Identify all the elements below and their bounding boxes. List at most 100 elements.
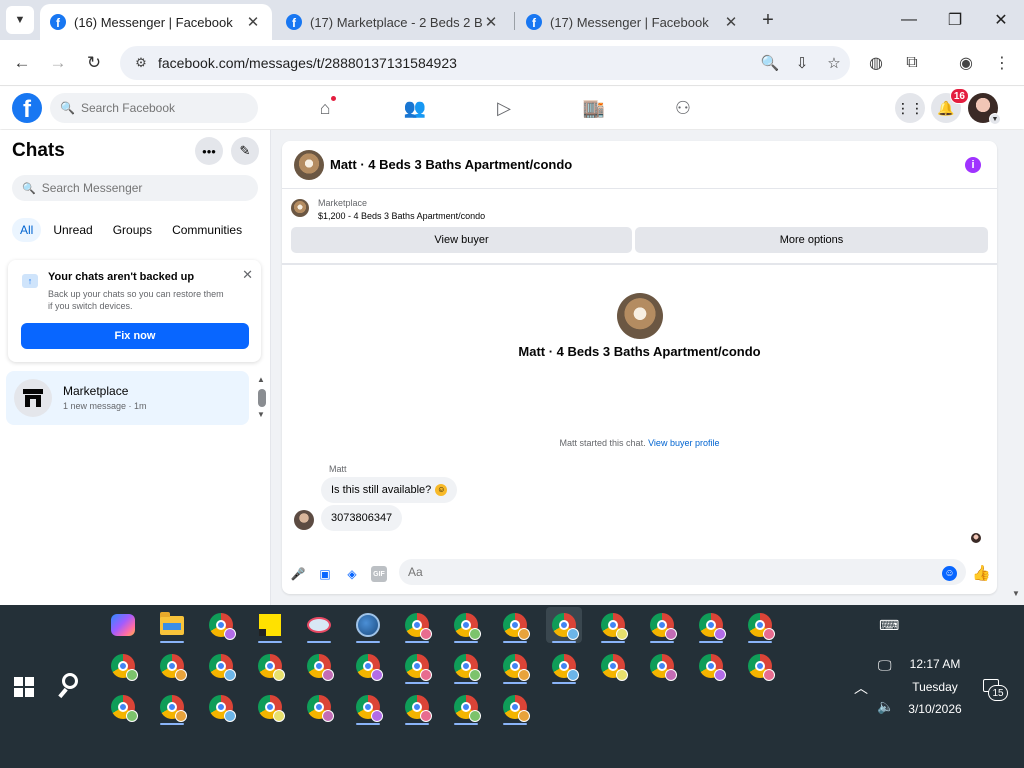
minimize-window-icon[interactable]: —: [886, 0, 932, 40]
taskbar-chrome-profile[interactable]: [595, 607, 631, 643]
taskbar-chrome-profile[interactable]: [203, 607, 239, 643]
listing-price-title[interactable]: $1,200 - 4 Beds 3 Baths Apartment/condo: [318, 211, 485, 221]
volume-icon[interactable]: 🔈: [877, 698, 894, 715]
taskbar-chrome-profile[interactable]: [448, 648, 484, 684]
zoom-icon[interactable]: 🔍: [754, 54, 786, 72]
taskbar-chrome-profile[interactable]: [693, 607, 729, 643]
search-icon[interactable]: [58, 671, 86, 699]
message-bubble[interactable]: 3073806347: [321, 505, 403, 531]
gif-icon[interactable]: GIF: [371, 566, 387, 582]
install-app-icon[interactable]: ⇩: [786, 54, 818, 72]
translate-globe-icon[interactable]: ◍: [862, 49, 890, 77]
listing-avatar[interactable]: [294, 150, 324, 180]
tab-close-icon[interactable]: ✕: [722, 13, 740, 31]
taskbar-chrome-profile[interactable]: [154, 648, 190, 684]
taskbar-file-explorer[interactable]: [154, 607, 190, 643]
taskbar-chrome-profile[interactable]: [203, 689, 239, 725]
microphone-icon[interactable]: 🎤: [290, 566, 306, 582]
groups-icon[interactable]: ⚇: [663, 93, 703, 123]
message-bubble[interactable]: Is this still available? ☺: [321, 477, 458, 503]
emoji-icon[interactable]: ☺: [942, 566, 957, 581]
site-info-icon[interactable]: ⚙: [126, 55, 156, 71]
taskbar-chrome-profile[interactable]: [399, 607, 435, 643]
taskbar-chrome-profile[interactable]: [497, 689, 533, 725]
taskbar-chrome-profile[interactable]: [252, 648, 288, 684]
tab-messenger-active[interactable]: f (16) Messenger | Facebook ✕: [40, 4, 272, 40]
taskbar-chrome-profile[interactable]: [742, 648, 778, 684]
tab-close-icon[interactable]: ✕: [244, 13, 262, 31]
restore-window-icon[interactable]: ❐: [932, 0, 978, 40]
scroll-down-arrow-icon[interactable]: ▼: [257, 410, 265, 419]
taskbar-chrome-profile[interactable]: [399, 648, 435, 684]
browser-menu-icon[interactable]: ⋮: [988, 49, 1016, 77]
facebook-search-input[interactable]: [80, 101, 241, 115]
taskbar-chrome-profile[interactable]: [448, 607, 484, 643]
tab-close-icon[interactable]: ✕: [482, 13, 500, 31]
taskbar-chrome-profile[interactable]: [301, 648, 337, 684]
taskbar-chrome-profile[interactable]: [154, 689, 190, 725]
new-message-icon[interactable]: ✎: [231, 137, 259, 165]
taskbar-chrome-profile[interactable]: [546, 648, 582, 684]
back-arrow-icon[interactable]: ←: [8, 49, 36, 77]
view-buyer-profile-link[interactable]: View buyer profile: [648, 438, 719, 448]
taskbar-chrome-profile[interactable]: [497, 607, 533, 643]
address-bar[interactable]: ⚙ facebook.com/messages/t/28880137131584…: [120, 46, 850, 80]
taskbar-globe-app[interactable]: [350, 607, 386, 643]
reload-icon[interactable]: ↻: [80, 49, 108, 77]
video-icon[interactable]: ▷: [484, 93, 524, 123]
forward-arrow-icon[interactable]: →: [44, 49, 72, 77]
taskbar-chrome-profile[interactable]: [350, 648, 386, 684]
profile-avatar[interactable]: [617, 293, 663, 339]
more-options-icon[interactable]: •••: [195, 137, 223, 165]
home-icon[interactable]: ⌂: [305, 93, 345, 123]
taskbar-chrome-profile[interactable]: [399, 689, 435, 725]
taskbar-chrome-profile[interactable]: [742, 607, 778, 643]
show-hidden-icons-chevron-icon[interactable]: ︿: [854, 678, 868, 698]
clock-time[interactable]: 12:17 AM: [895, 657, 975, 671]
message-input[interactable]: [399, 559, 966, 585]
notifications-bell-icon[interactable]: 🔔 16: [931, 88, 969, 123]
taskbar-snipping-tool[interactable]: [301, 607, 337, 643]
taskbar-chrome-profile[interactable]: [105, 648, 141, 684]
filter-groups[interactable]: Groups: [105, 218, 160, 242]
chat-list-item[interactable]: Marketplace 1 new message · 1m: [6, 371, 249, 425]
info-icon[interactable]: i: [965, 157, 981, 173]
fix-now-button[interactable]: Fix now: [21, 323, 249, 349]
filter-all[interactable]: All: [12, 218, 42, 242]
view-buyer-button[interactable]: View buyer: [291, 227, 632, 253]
profile-icon[interactable]: ◉: [952, 49, 980, 77]
filter-communities[interactable]: Communities: [164, 218, 250, 242]
menu-grid-icon[interactable]: ⋮⋮: [895, 93, 925, 123]
taskbar-chrome-profile[interactable]: [546, 607, 582, 643]
sender-avatar[interactable]: [294, 510, 314, 530]
facebook-logo-icon[interactable]: f: [12, 93, 42, 123]
tab-messenger[interactable]: f (17) Messenger | Facebook ✕: [516, 4, 750, 40]
taskbar-chrome-profile[interactable]: [693, 648, 729, 684]
scrollbar-thumb[interactable]: [258, 389, 266, 407]
scroll-up-arrow-icon[interactable]: ▲: [257, 375, 265, 384]
taskbar-copilot[interactable]: [105, 607, 141, 643]
url-text[interactable]: facebook.com/messages/t/2888013713158492…: [158, 55, 754, 71]
taskbar-chrome-profile[interactable]: [301, 689, 337, 725]
taskbar-chrome-profile[interactable]: [252, 689, 288, 725]
conversation-title[interactable]: Matt · 4 Beds 3 Baths Apartment/condo: [330, 157, 572, 172]
friends-icon[interactable]: 👥: [395, 93, 435, 123]
more-options-button[interactable]: More options: [635, 227, 988, 253]
messenger-search[interactable]: 🔍: [12, 175, 258, 201]
extensions-puzzle-icon[interactable]: ⧉: [898, 49, 926, 77]
close-window-icon[interactable]: ✕: [978, 0, 1024, 40]
taskbar-sticky-notes[interactable]: [252, 607, 288, 643]
taskbar-chrome-profile[interactable]: [105, 689, 141, 725]
clock-date[interactable]: 3/10/2026: [895, 702, 975, 716]
taskbar-chrome-profile[interactable]: [350, 689, 386, 725]
marketplace-icon[interactable]: 🏬: [574, 93, 614, 123]
meet-now-icon[interactable]: ⌨: [879, 617, 899, 634]
messenger-search-input[interactable]: [41, 181, 242, 195]
tab-marketplace[interactable]: f (17) Marketplace - 2 Beds 2 Bath ✕: [276, 4, 510, 40]
clock-day[interactable]: Tuesday: [895, 680, 975, 694]
tab-search-chevron-icon[interactable]: ▼: [6, 6, 34, 34]
close-icon[interactable]: ✕: [242, 267, 253, 283]
facebook-search[interactable]: 🔍: [50, 93, 258, 123]
bookmark-star-icon[interactable]: ☆: [818, 54, 850, 72]
taskbar-chrome-profile[interactable]: [448, 689, 484, 725]
